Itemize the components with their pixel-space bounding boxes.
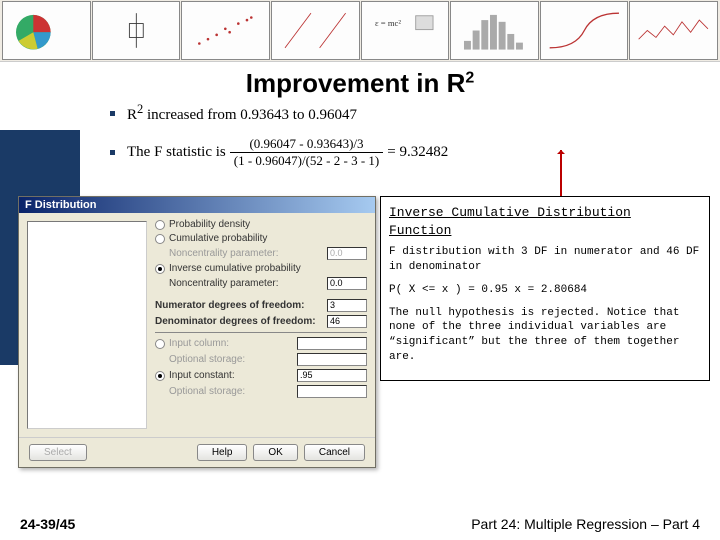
ok-button[interactable]: OK bbox=[253, 444, 297, 461]
bullet-icon bbox=[110, 111, 115, 116]
radio-inverse[interactable] bbox=[155, 264, 165, 274]
svg-text:ε = mc²: ε = mc² bbox=[374, 18, 400, 28]
storage-2[interactable] bbox=[297, 385, 367, 398]
radio-pdf[interactable] bbox=[155, 220, 165, 230]
thumb-formula: ε = mc² bbox=[361, 1, 450, 60]
ncp-input-1[interactable]: 0.0 bbox=[327, 247, 367, 260]
thumb-box bbox=[92, 1, 181, 60]
slide-number: 24-39/45 bbox=[20, 516, 75, 532]
dialog-title: F Distribution bbox=[19, 197, 375, 213]
radio-input-col[interactable] bbox=[155, 339, 165, 349]
output-panel: Inverse Cumulative Distribution Function… bbox=[380, 196, 710, 381]
title-text: Improvement in R bbox=[246, 68, 466, 98]
callout-arrow bbox=[560, 150, 562, 200]
fstat-label: The F statistic is bbox=[127, 143, 226, 163]
radio-cdf[interactable] bbox=[155, 234, 165, 244]
f-distribution-dialog: F Distribution Probability density Cumul… bbox=[18, 196, 376, 468]
storage-1[interactable] bbox=[297, 353, 367, 366]
cancel-button[interactable]: Cancel bbox=[304, 444, 365, 461]
output-conclusion: The null hypothesis is rejected. Notice … bbox=[389, 306, 701, 365]
thumb-prob bbox=[271, 1, 360, 60]
math-block: R2 increased from 0.93643 to 0.96047 The… bbox=[110, 101, 720, 170]
input-column[interactable] bbox=[297, 337, 367, 350]
thumb-ecdf bbox=[540, 1, 629, 60]
den-df-input[interactable]: 46 bbox=[327, 315, 367, 328]
ncp-input-2[interactable]: 0.0 bbox=[327, 277, 367, 290]
num-df-input[interactable]: 3 bbox=[327, 299, 367, 312]
select-button[interactable]: Select bbox=[29, 444, 87, 461]
thumbnail-strip: ε = mc² bbox=[0, 0, 720, 62]
thumb-pie bbox=[2, 1, 91, 60]
help-button[interactable]: Help bbox=[197, 444, 248, 461]
output-heading: Inverse Cumulative Distribution Function bbox=[389, 204, 701, 239]
radio-input-const[interactable] bbox=[155, 371, 165, 381]
thumb-hist bbox=[450, 1, 539, 60]
fraction: (0.96047 - 0.93643)/3 (1 - 0.96047)/(52 … bbox=[230, 136, 384, 171]
input-constant[interactable]: .95 bbox=[297, 369, 367, 382]
thumb-ts bbox=[629, 1, 718, 60]
footer: 24-39/45 Part 24: Multiple Regression – … bbox=[0, 516, 720, 532]
thumb-scatter bbox=[181, 1, 270, 60]
bullet-icon bbox=[110, 150, 115, 155]
dialog-listbox[interactable] bbox=[27, 221, 147, 429]
output-dist: F distribution with 3 DF in numerator an… bbox=[389, 245, 701, 275]
output-result: P( X <= x ) = 0.95 x = 2.80684 bbox=[389, 283, 701, 298]
r2-text: R2 increased from 0.93643 to 0.96047 bbox=[127, 101, 357, 126]
title-sup: 2 bbox=[465, 69, 474, 86]
part-label: Part 24: Multiple Regression – Part 4 bbox=[471, 516, 700, 532]
fstat-result: = 9.32482 bbox=[387, 143, 448, 163]
slide-title: Improvement in R2 bbox=[0, 62, 720, 101]
